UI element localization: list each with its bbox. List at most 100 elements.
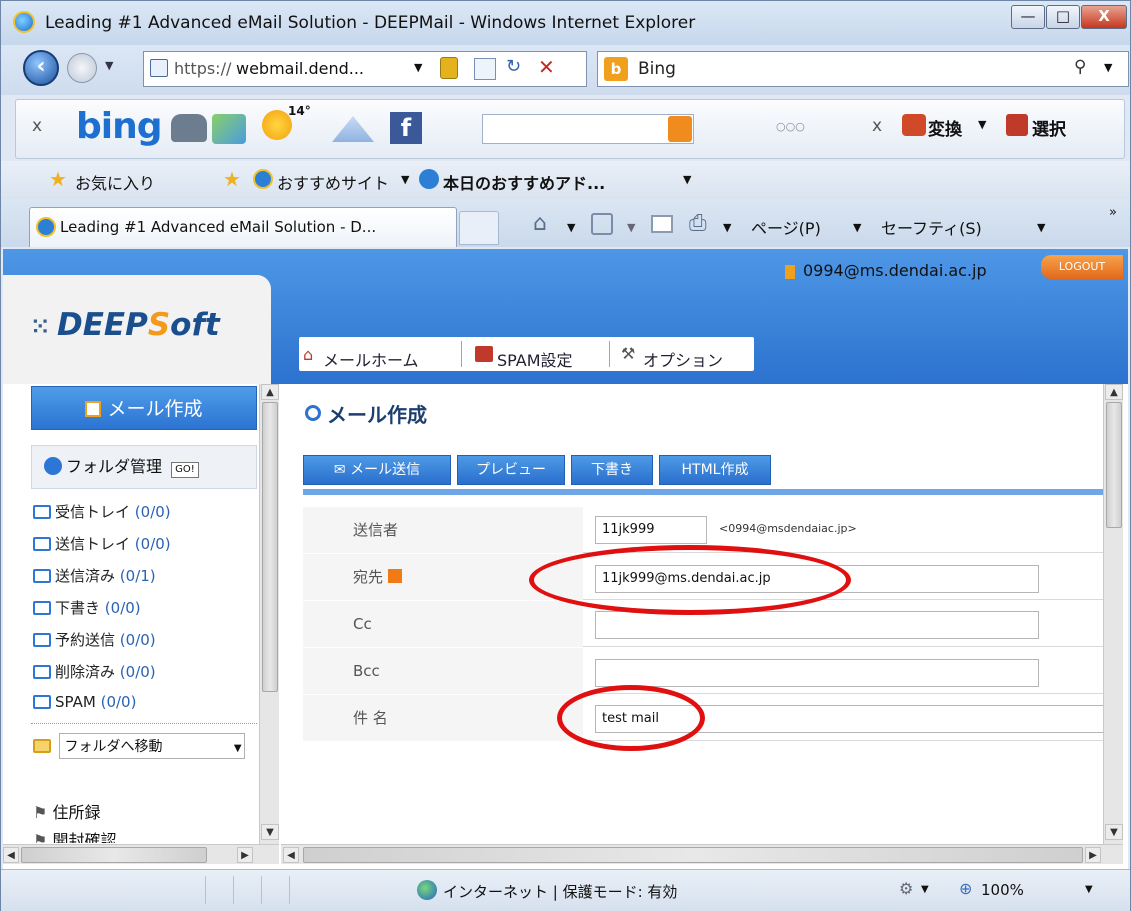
main-horizontal-scrollbar[interactable]: ◀ ▶	[281, 844, 1123, 864]
safety-menu[interactable]: セーフティ(S)	[881, 215, 982, 239]
folder-item-inbox[interactable]: 受信トレイ (0/0)	[33, 501, 171, 522]
today-addons-link[interactable]: 本日のおすすめアド...	[443, 170, 605, 194]
folder-item-drafts[interactable]: 下書き (0/0)	[33, 597, 141, 618]
mail-read-icon[interactable]	[651, 215, 673, 233]
move-folder-select[interactable]: フォルダへ移動 ▼	[33, 733, 263, 761]
print-dropdown-icon[interactable]: ▼	[723, 221, 731, 234]
addons-dropdown-icon[interactable]: ▼	[683, 173, 691, 186]
minimize-button[interactable]: —	[1011, 5, 1045, 29]
main-vertical-scrollbar[interactable]: ▲ ▼	[1103, 384, 1123, 844]
left-vertical-scrollbar[interactable]: ▲ ▼	[259, 384, 279, 844]
zoom-level[interactable]: 100%	[981, 881, 1024, 899]
folder-item-spam[interactable]: SPAM (0/0)	[33, 693, 136, 711]
recommended-dropdown-icon[interactable]: ▼	[401, 173, 409, 186]
bing-logo[interactable]: bing	[76, 106, 163, 147]
draft-button[interactable]: 下書き	[571, 455, 653, 485]
left-hscroll-thumb[interactable]	[21, 847, 207, 863]
nav-options[interactable]: オプション	[643, 347, 723, 371]
search-dropdown-icon[interactable]: ▼	[1104, 61, 1112, 74]
select-button[interactable]: 選択	[1032, 115, 1066, 140]
home-dropdown-icon[interactable]: ▼	[567, 221, 575, 234]
security-zone[interactable]: インターネット | 保護モード: 有効	[443, 881, 677, 902]
url-dropdown-icon[interactable]: ▼	[414, 61, 422, 74]
send-button[interactable]: ✉ メール送信	[303, 455, 451, 485]
add-favorite-icon[interactable]: ★	[223, 167, 241, 191]
folder-item-trash[interactable]: 削除済み (0/0)	[33, 661, 156, 682]
bingbar-close-button[interactable]: x	[32, 116, 42, 136]
traffic-icon[interactable]	[171, 114, 207, 142]
sender-domain: <0994@msdendaiac.jp>	[719, 522, 857, 535]
window-title: Leading #1 Advanced eMail Solution - DEE…	[45, 13, 696, 33]
folder-count: (0/1)	[119, 567, 156, 585]
logout-button[interactable]: LOGOUT	[1041, 255, 1123, 279]
left-horizontal-scrollbar[interactable]: ◀ ▶	[3, 844, 279, 864]
active-tab[interactable]: Leading #1 Advanced eMail Solution - D..…	[29, 207, 457, 247]
html-compose-button[interactable]: HTML作成	[659, 455, 771, 485]
print-icon[interactable]: ⎙	[689, 211, 707, 236]
folder-item-scheduled[interactable]: 予約送信 (0/0)	[33, 629, 156, 650]
home-icon[interactable]: ⌂	[533, 211, 547, 236]
nav-spam-settings[interactable]: SPAM設定	[497, 347, 573, 371]
zoom-dropdown-icon[interactable]: ▼	[1085, 884, 1093, 895]
folder-item-sent[interactable]: 送信済み (0/1)	[33, 565, 156, 586]
translate-button[interactable]: 変換	[928, 115, 962, 140]
feeds-dropdown-icon[interactable]: ▼	[627, 221, 635, 234]
left-scroll-right-icon[interactable]: ▶	[237, 847, 253, 863]
main-scroll-down-icon[interactable]: ▼	[1105, 824, 1123, 840]
cc-input[interactable]	[595, 611, 1039, 639]
main-scroll-left-icon[interactable]: ◀	[283, 847, 299, 863]
main-scroll-thumb[interactable]	[1106, 402, 1122, 528]
stop-icon[interactable]: ✕	[538, 55, 555, 79]
status-divider-3	[261, 876, 262, 904]
left-scroll-up-icon[interactable]: ▲	[261, 384, 279, 400]
page-menu-dropdown-icon[interactable]: ▼	[853, 221, 861, 234]
protected-mode-icon[interactable]: ⚙	[899, 879, 913, 898]
favorites-button[interactable]: お気に入り	[75, 170, 155, 194]
open-check-link[interactable]: ⚑ 開封確認	[33, 827, 116, 843]
preview-button[interactable]: プレビュー	[457, 455, 565, 485]
left-scroll-thumb[interactable]	[262, 402, 278, 692]
address-book-small-icon[interactable]	[387, 569, 402, 583]
search-icon[interactable]: ⚲	[1074, 57, 1086, 77]
translate-dropdown-icon[interactable]: ▼	[978, 118, 986, 131]
nav-mail-home[interactable]: メールホーム	[323, 347, 419, 371]
maps-icon[interactable]	[212, 114, 246, 144]
safety-menu-dropdown-icon[interactable]: ▼	[1037, 221, 1045, 234]
compat-view-icon[interactable]	[474, 58, 496, 80]
left-scroll-down-icon[interactable]: ▼	[261, 824, 279, 840]
search-box[interactable]: b Bing ⚲ ▼	[597, 51, 1129, 87]
page-menu[interactable]: ページ(P)	[751, 215, 821, 239]
bcc-input[interactable]	[595, 659, 1039, 687]
main-hscroll-thumb[interactable]	[303, 847, 1083, 863]
translate-icon	[902, 114, 926, 136]
recommended-sites-link[interactable]: おすすめサイト	[277, 170, 389, 194]
bingbar-more-icon[interactable]: ○○○	[776, 120, 805, 133]
new-tab-button[interactable]	[459, 211, 499, 245]
back-icon[interactable]: ‹	[23, 50, 59, 86]
mail-icon[interactable]	[332, 116, 374, 142]
refresh-icon[interactable]: ↻	[506, 56, 521, 77]
folder-manage-header[interactable]: フォルダ管理 GO!	[31, 445, 257, 489]
more-tools-icon[interactable]: »	[1109, 205, 1117, 220]
lock-icon[interactable]	[440, 57, 458, 79]
close-button[interactable]: X	[1081, 5, 1127, 29]
url-field[interactable]: https:// webmail.dend... ▼ ↻ ✕	[143, 51, 587, 87]
facebook-icon[interactable]: f	[390, 112, 422, 144]
feeds-icon[interactable]	[591, 213, 613, 235]
folder-go-button[interactable]: GO!	[171, 462, 199, 478]
left-scroll-left-icon[interactable]: ◀	[3, 847, 19, 863]
folder-move-icon	[33, 739, 51, 753]
protected-dropdown-icon[interactable]: ▼	[921, 884, 929, 895]
bingbar-search-input[interactable]	[482, 114, 694, 144]
bingbar-search-icon[interactable]	[668, 116, 692, 142]
sender-input[interactable]: 11jk999	[595, 516, 707, 544]
maximize-button[interactable]: □	[1046, 5, 1080, 29]
main-scroll-right-icon[interactable]: ▶	[1085, 847, 1101, 863]
bingbar-close2-button[interactable]: x	[872, 116, 882, 136]
history-dropdown-icon[interactable]: ▼	[105, 59, 113, 72]
folder-item-outbox[interactable]: 送信トレイ (0/0)	[33, 533, 171, 554]
compose-button[interactable]: メール作成	[31, 386, 257, 430]
address-book-link[interactable]: ⚑ 住所録	[33, 799, 100, 823]
forward-icon[interactable]	[67, 53, 97, 83]
main-scroll-up-icon[interactable]: ▲	[1105, 384, 1123, 400]
